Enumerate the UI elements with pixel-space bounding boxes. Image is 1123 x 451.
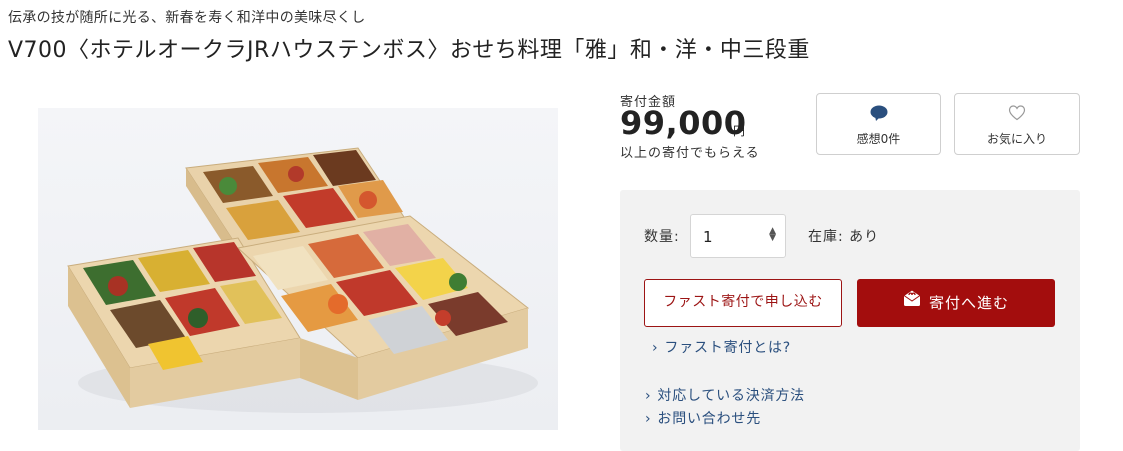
donation-note: 以上の寄付でもらえる [620,146,760,161]
donation-amount: 99,000 [620,104,747,142]
chevron-right-icon: › [645,411,652,427]
contact-link[interactable]: › お問い合わせ先 [645,408,761,428]
stock-status: 在庫: あり [808,229,880,245]
osechi-box-illustration [67,147,538,413]
payment-methods-link[interactable]: › 対応している決済方法 [645,385,805,405]
reviews-button[interactable]: 感想0件 [816,93,941,155]
donate-button[interactable]: 寄付へ進む [857,279,1055,327]
quantity-select[interactable]: 1 ▲ ▼ [690,214,786,258]
speech-bubble-icon [870,105,888,125]
fast-donate-button[interactable]: ファスト寄付で申し込む [644,279,842,327]
contact-label: お問い合わせ先 [657,411,762,427]
select-arrows-icon: ▲ ▼ [769,226,776,243]
product-title: V700〈ホテルオークラJRハウステンボス〉おせち料理「雅」和・洋・中三段重 [8,38,810,63]
currency-unit: 円 [733,124,746,138]
heart-outline-icon [1008,105,1026,124]
fast-donate-info-link[interactable]: › ファスト寄付とは? [652,337,791,357]
chevron-right-icon: › [645,388,652,404]
reviews-count: 感想0件 [856,132,901,146]
chevron-right-icon: › [652,340,659,356]
quantity-label: 数量: [644,229,680,245]
quantity-value: 1 [703,228,713,246]
favorite-button[interactable]: お気に入り [954,93,1080,155]
payment-methods-label: 対応している決済方法 [657,388,805,404]
fast-donate-info-label: ファスト寄付とは? [664,340,792,356]
gift-envelope-icon [903,278,921,326]
favorite-label: お気に入り [986,132,1047,146]
product-subtitle: 伝承の技が随所に光る、新春を寿く和洋中の美味尽くし [8,10,366,26]
product-image[interactable] [38,108,558,430]
donate-button-label: 寄付へ進む [928,294,1009,312]
